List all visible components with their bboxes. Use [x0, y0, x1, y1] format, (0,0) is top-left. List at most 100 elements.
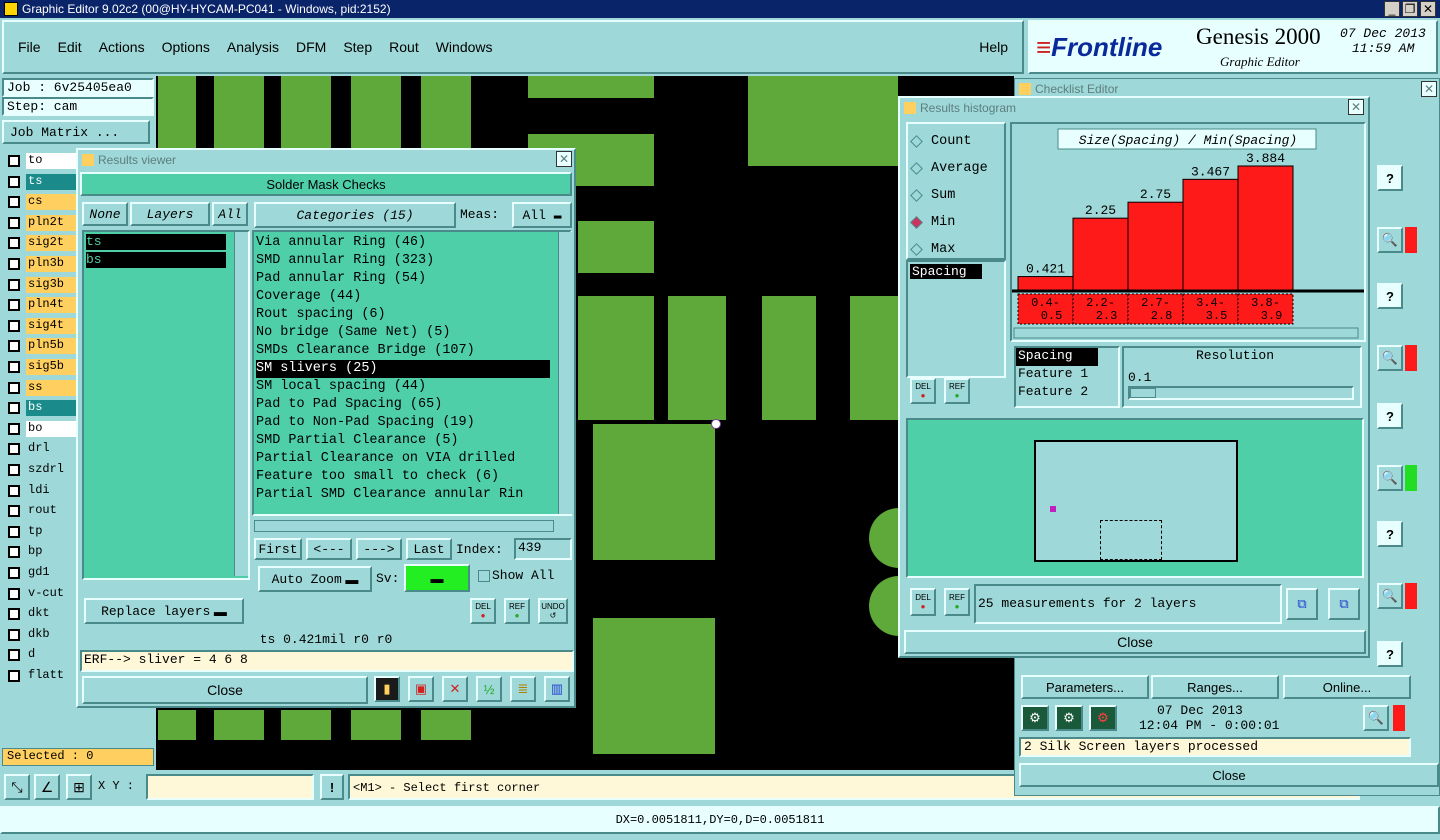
menu-item[interactable]: Windows [436, 39, 493, 55]
category-item[interactable]: Rout spacing (6) [256, 306, 550, 324]
close-window-button[interactable]: ✕ [1420, 1, 1436, 17]
layer-checkbox[interactable] [8, 340, 20, 353]
categories-hscrollbar[interactable] [254, 520, 554, 532]
category-item[interactable]: Via annular Ring (46) [256, 234, 550, 252]
index-input[interactable]: 439 [514, 538, 572, 560]
layer-checkbox[interactable] [8, 484, 20, 497]
measure-tool-icon[interactable]: ∠ [34, 774, 60, 800]
layer-row[interactable]: v-cut [4, 585, 76, 603]
help-icon[interactable]: ? [1377, 521, 1403, 547]
layer-checkbox[interactable] [8, 155, 20, 167]
rv-layer-item[interactable]: ts [86, 234, 226, 250]
category-item[interactable]: Coverage (44) [256, 288, 550, 306]
grid-tool-icon[interactable]: ⊞ [66, 774, 92, 800]
stat-option[interactable]: Max [908, 236, 1004, 263]
feature-item[interactable]: Spacing [1016, 348, 1098, 366]
split-icon[interactable]: ½ [476, 676, 502, 702]
category-item[interactable]: Pad annular Ring (54) [256, 270, 550, 288]
zoom-icon[interactable]: 🔍 [1363, 705, 1389, 731]
layer-row[interactable]: dkt [4, 605, 76, 623]
preview-ref-button[interactable]: REF ● [944, 588, 970, 616]
layer-checkbox[interactable] [8, 525, 20, 538]
feature-item[interactable]: Feature 2 [1016, 384, 1118, 402]
zoom-icon[interactable]: 🔍 [1377, 465, 1403, 491]
checklist-close-icon[interactable]: ✕ [1421, 81, 1437, 97]
layer-checkbox[interactable] [8, 505, 20, 518]
variable-list[interactable]: Spacing [906, 260, 1006, 378]
layer-row[interactable]: cs [4, 193, 76, 211]
categories-scrollbar[interactable] [558, 232, 572, 514]
replace-layers-select[interactable]: Replace layers ▬ [84, 598, 244, 624]
category-item[interactable]: Pad to Pad Spacing (65) [256, 396, 550, 414]
layer-checkbox[interactable] [8, 319, 20, 332]
zoom-icon[interactable]: 🔍 [1377, 583, 1403, 609]
preview-del-button[interactable]: DEL ● [910, 588, 936, 616]
sv-color-select[interactable]: ▬ [404, 564, 470, 592]
layer-checkbox[interactable] [8, 196, 20, 209]
nav-button[interactable]: ---> [356, 538, 402, 560]
layer-checkbox[interactable] [8, 608, 20, 621]
stat-option[interactable]: Sum [908, 182, 1004, 209]
layer-row[interactable]: bo [4, 420, 76, 438]
layer-checkbox[interactable] [8, 443, 20, 456]
monitor-icon[interactable]: ▣ [408, 676, 434, 702]
histogram-close-icon[interactable]: ✕ [1348, 99, 1364, 115]
layer-checkbox[interactable] [8, 299, 20, 312]
menu-item[interactable]: Rout [389, 39, 419, 55]
stat-option[interactable]: Min [908, 209, 1004, 236]
histogram-icon[interactable]: ▥ [544, 676, 570, 702]
layer-checkbox[interactable] [8, 381, 20, 394]
checklist-close-button[interactable]: Close [1019, 763, 1439, 787]
layer-row[interactable]: pln2t [4, 214, 76, 232]
layer-row[interactable]: pln4t [4, 296, 76, 314]
layer-row[interactable]: bs [4, 399, 76, 417]
help-icon[interactable]: ? [1377, 283, 1403, 309]
nav-button[interactable]: Last [406, 538, 452, 560]
variable-item[interactable]: Spacing [910, 264, 982, 279]
show-all-checkbox[interactable] [478, 570, 490, 582]
layer-row[interactable]: pln3b [4, 255, 76, 273]
layer-row[interactable]: to [4, 152, 76, 170]
zoom-tool-icon[interactable]: ⤡ [4, 774, 30, 800]
category-item[interactable]: SM local spacing (44) [256, 378, 550, 396]
zoom-out-icon[interactable]: ⧉ [1328, 588, 1360, 620]
layer-row[interactable]: tp [4, 523, 76, 541]
histogram-bar[interactable] [1072, 217, 1129, 291]
layer-row[interactable]: sig5b [4, 358, 76, 376]
layer-row[interactable]: pln5b [4, 337, 76, 355]
category-item[interactable]: SMD Partial Clearance (5) [256, 432, 550, 450]
help-icon[interactable]: ? [1377, 165, 1403, 191]
layer-checkbox[interactable] [8, 237, 20, 250]
categories-header[interactable]: Categories (15) [254, 202, 456, 228]
feature-item[interactable]: Feature 1 [1016, 366, 1118, 384]
histogram-close-button[interactable]: Close [904, 630, 1366, 654]
category-item[interactable]: SMD annular Ring (323) [256, 252, 550, 270]
layer-row[interactable]: sig3b [4, 276, 76, 294]
run-icon[interactable]: ⚙ [1055, 705, 1083, 731]
stat-option[interactable]: Average [908, 155, 1004, 182]
layer-checkbox[interactable] [8, 422, 20, 435]
layer-checkbox[interactable] [8, 361, 20, 373]
layer-row[interactable]: ts [4, 173, 76, 191]
categories-list[interactable]: Via annular Ring (46) SMD annular Ring (3… [252, 230, 572, 516]
feature-list[interactable]: Spacing Feature 1 Feature 2 [1014, 346, 1120, 408]
layer-row[interactable]: bp [4, 543, 76, 561]
flag-icon[interactable]: ▮ [374, 676, 400, 702]
chart-hscrollbar[interactable] [1013, 327, 1359, 339]
xy-input[interactable] [146, 774, 314, 800]
maximize-button[interactable]: ❐ [1402, 1, 1418, 17]
layers-list[interactable]: ts bs [82, 230, 250, 580]
layer-row[interactable]: ldi [4, 482, 76, 500]
layer-checkbox[interactable] [8, 402, 20, 415]
run-icon[interactable]: ⚙ [1021, 705, 1049, 731]
help-menu[interactable]: Help [979, 39, 1008, 55]
layer-row[interactable]: szdrl [4, 461, 76, 479]
menu-item[interactable]: Analysis [227, 39, 279, 55]
category-item[interactable]: SM slivers (25) [256, 360, 550, 378]
layer-row[interactable]: ss [4, 379, 76, 397]
results-viewer-close-icon[interactable]: ✕ [556, 151, 572, 167]
layer-row[interactable]: dkb [4, 626, 76, 644]
layer-row[interactable]: rout [4, 502, 76, 520]
histogram-bar[interactable] [1182, 178, 1239, 291]
layer-checkbox[interactable] [8, 587, 20, 600]
